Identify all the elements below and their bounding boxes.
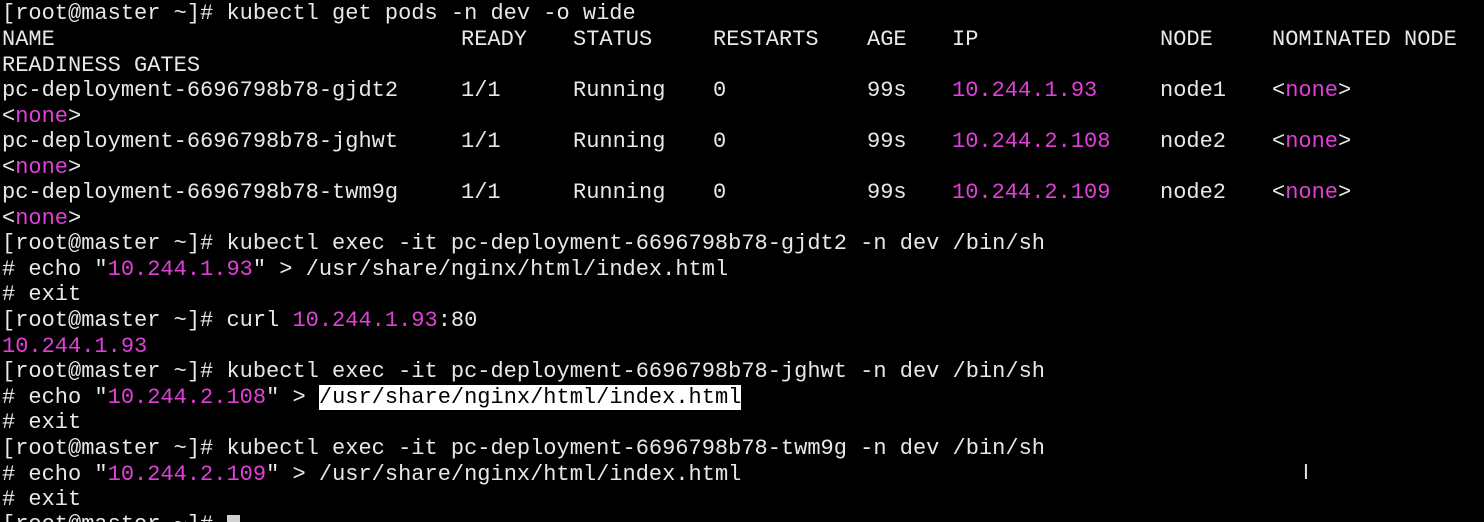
prompt: [root@master ~]# <box>2 359 227 384</box>
pod-node: node2 <box>1160 180 1227 205</box>
pod-ready: 1/1 <box>461 180 501 205</box>
pod-name: pc-deployment-6696798b78-jghwt <box>2 129 399 154</box>
pod-status: Running <box>573 129 666 154</box>
pod-restarts: 0 <box>713 180 727 205</box>
selected-html-path[interactable]: /usr/share/nginx/html/index.html <box>318 385 742 410</box>
curl-output: 10.244.1.93 <box>2 334 148 359</box>
terminal-line-curl: [root@master ~]# curl 10.244.1.93:80 <box>2 308 478 333</box>
pod-restarts: 0 <box>713 129 727 154</box>
table-row: pc-deployment-6696798b78-gjdt2 1/1 Runni… <box>2 78 1482 103</box>
shell-prompt: # <box>2 257 29 282</box>
command-text: kubectl exec -it pc-deployment-6696798b7… <box>226 359 1045 384</box>
col-header-age: AGE <box>867 27 907 52</box>
prompt: [root@master ~]# <box>2 512 226 522</box>
pod-age: 99s <box>867 180 907 205</box>
pod-restarts: 0 <box>713 78 727 103</box>
pod-ready: 1/1 <box>461 129 501 154</box>
echo-ip: 10.244.2.108 <box>107 385 267 410</box>
terminal-window[interactable]: [root@master ~]# kubectl get pods -n dev… <box>0 0 1484 522</box>
terminal-line-echo-2: # echo "10.244.2.108" > /usr/share/nginx… <box>2 385 742 410</box>
shell-prompt: # <box>2 462 29 487</box>
block-cursor <box>227 514 241 522</box>
terminal-line-echo-3: # echo "10.244.2.109" > /usr/share/nginx… <box>2 462 742 487</box>
pod-name: pc-deployment-6696798b78-gjdt2 <box>2 78 399 103</box>
col-header-readiness-gates: READINESS GATES <box>2 53 201 78</box>
html-path: /usr/share/nginx/html/index.html <box>318 462 742 487</box>
terminal-line-exec-1: [root@master ~]# kubectl exec -it pc-dep… <box>2 231 1045 256</box>
pod-age: 99s <box>867 78 907 103</box>
col-header-node: NODE <box>1160 27 1213 52</box>
col-header-status: STATUS <box>573 27 653 52</box>
pod-readiness-gates: <none> <box>2 104 82 129</box>
terminal-line-get-pods: [root@master ~]# kubectl get pods -n dev… <box>2 1 636 26</box>
pod-readiness-gates: <none> <box>2 206 82 231</box>
table-row: pc-deployment-6696798b78-twm9g 1/1 Runni… <box>2 180 1482 205</box>
table-row: pc-deployment-6696798b78-jghwt 1/1 Runni… <box>2 129 1482 154</box>
pod-name: pc-deployment-6696798b78-twm9g <box>2 180 399 205</box>
pod-readiness-gates: <none> <box>2 155 82 180</box>
i-beam-cursor-icon: I <box>1303 460 1309 484</box>
echo-ip: 10.244.1.93 <box>107 257 253 282</box>
command-text: kubectl exec -it pc-deployment-6696798b7… <box>226 436 1045 461</box>
html-path: /usr/share/nginx/html/index.html <box>305 257 729 282</box>
terminal-line-exit-3: # exit <box>2 487 82 512</box>
terminal-line-current-prompt[interactable]: [root@master ~]# <box>2 512 241 522</box>
pod-status: Running <box>573 180 666 205</box>
pod-ip: 10.244.2.108 <box>952 129 1111 154</box>
pod-status: Running <box>573 78 666 103</box>
pod-ip: 10.244.1.93 <box>952 78 1098 103</box>
terminal-line-exit-1: # exit <box>2 282 82 307</box>
pod-nominated-node: <none> <box>1272 180 1352 205</box>
col-header-ready: READY <box>461 27 528 52</box>
pod-nominated-node: <none> <box>1272 78 1352 103</box>
command-text: kubectl get pods -n dev -o wide <box>226 1 636 26</box>
col-header-ip: IP <box>952 27 979 52</box>
pod-ip: 10.244.2.109 <box>952 180 1111 205</box>
prompt: [root@master ~]# <box>2 231 227 256</box>
pod-node: node2 <box>1160 129 1227 154</box>
col-header-nominated-node: NOMINATED NODE <box>1272 27 1457 52</box>
pod-nominated-node: <none> <box>1272 129 1352 154</box>
pod-ready: 1/1 <box>461 78 501 103</box>
col-header-restarts: RESTARTS <box>713 27 819 52</box>
prompt: [root@master ~]# <box>2 436 227 461</box>
prompt: [root@master ~]# <box>2 1 227 26</box>
prompt: [root@master ~]# <box>2 308 227 333</box>
pod-node: node1 <box>1160 78 1227 103</box>
terminal-line-echo-1: # echo "10.244.1.93" > /usr/share/nginx/… <box>2 257 729 282</box>
shell-prompt: # <box>2 385 29 410</box>
col-header-name: NAME <box>2 27 55 52</box>
command-text: kubectl exec -it pc-deployment-6696798b7… <box>226 231 1045 256</box>
pod-age: 99s <box>867 129 907 154</box>
terminal-line-exit-2: # exit <box>2 410 82 435</box>
terminal-line-exec-3: [root@master ~]# kubectl exec -it pc-dep… <box>2 436 1045 461</box>
curl-ip: 10.244.1.93 <box>292 308 438 333</box>
echo-ip: 10.244.2.109 <box>107 462 267 487</box>
terminal-line-exec-2: [root@master ~]# kubectl exec -it pc-dep… <box>2 359 1045 384</box>
table-header-wrap: READINESS GATES <box>2 53 200 78</box>
table-header-row: NAME READY STATUS RESTARTS AGE IP NODE N… <box>2 27 1482 52</box>
